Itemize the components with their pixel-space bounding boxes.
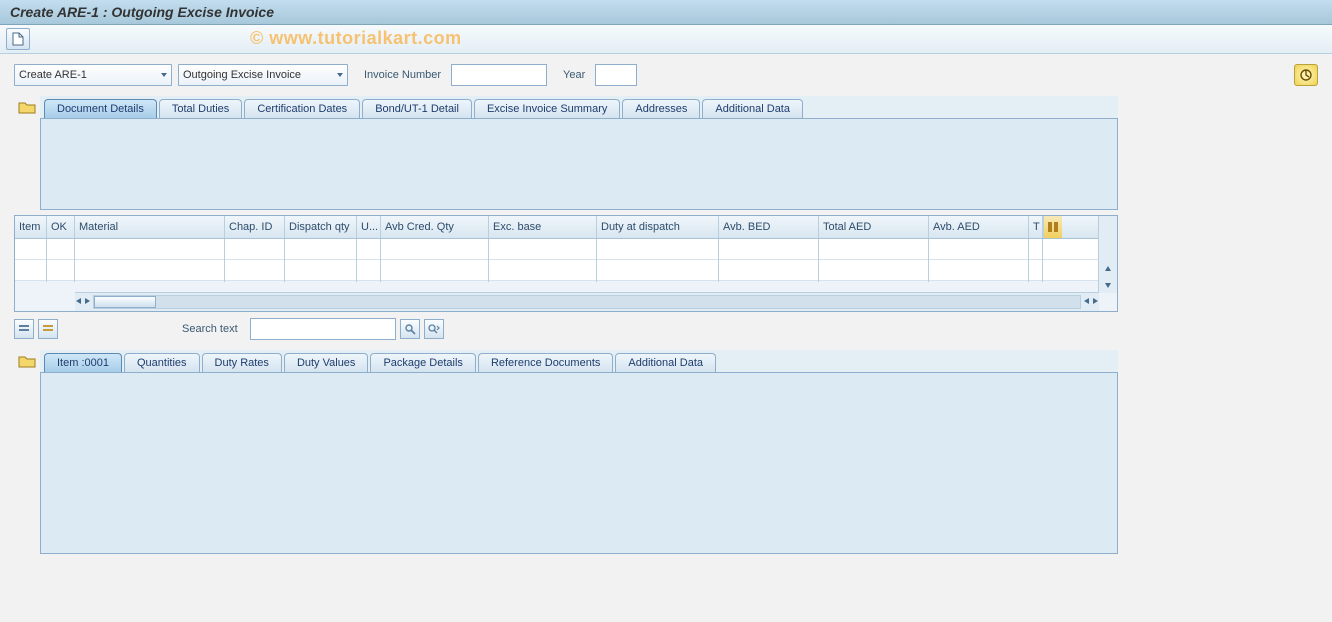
th-unit[interactable]: U...	[357, 216, 381, 238]
doc-type-select-value: Outgoing Excise Invoice	[183, 69, 301, 81]
table-header: Item OK Material Chap. ID Dispatch qty U…	[15, 216, 1117, 239]
table-hscroll[interactable]	[75, 292, 1099, 311]
year-label: Year	[553, 69, 589, 81]
filter-row: Create ARE-1 Outgoing Excise Invoice Inv…	[14, 64, 1318, 86]
th-duty-at-dispatch[interactable]: Duty at dispatch	[597, 216, 719, 238]
invoice-number-label: Invoice Number	[354, 69, 445, 81]
th-dispatch-qty[interactable]: Dispatch qty	[285, 216, 357, 238]
execute-button[interactable]	[1294, 64, 1318, 86]
header-tabstrip: Document Details Total Duties Certificat…	[40, 96, 1118, 119]
collapse-header-button[interactable]	[18, 100, 36, 117]
find-next-button[interactable]	[424, 319, 444, 339]
th-ok[interactable]: OK	[47, 216, 75, 238]
scroll-down-icon[interactable]	[1100, 277, 1116, 293]
th-exc-base[interactable]: Exc. base	[489, 216, 597, 238]
chevron-down-icon	[337, 73, 343, 77]
item-tab-body	[40, 373, 1118, 554]
tab-item-additional-data[interactable]: Additional Data	[615, 353, 716, 372]
app-toolbar	[0, 25, 1332, 54]
year-input[interactable]	[595, 64, 637, 86]
tab-addresses[interactable]: Addresses	[622, 99, 700, 118]
th-t[interactable]: T	[1029, 216, 1043, 238]
table-vscroll[interactable]	[1098, 216, 1117, 293]
item-tabstrip: Item :0001 Quantities Duty Rates Duty Va…	[40, 350, 1118, 373]
doc-type-select[interactable]: Outgoing Excise Invoice	[178, 64, 348, 86]
action-select[interactable]: Create ARE-1	[14, 64, 172, 86]
deselect-all-button[interactable]	[38, 319, 58, 339]
collapse-item-button[interactable]	[18, 354, 36, 371]
tab-duty-rates[interactable]: Duty Rates	[202, 353, 282, 372]
tab-document-details[interactable]: Document Details	[44, 99, 157, 118]
tab-duty-values[interactable]: Duty Values	[284, 353, 369, 372]
scroll-left-end-icon[interactable]	[1083, 296, 1091, 308]
header-tab-body	[40, 119, 1118, 210]
tab-package-details[interactable]: Package Details	[370, 353, 476, 372]
tab-certification-dates[interactable]: Certification Dates	[244, 99, 360, 118]
th-avb-bed[interactable]: Avb. BED	[719, 216, 819, 238]
tab-additional-data[interactable]: Additional Data	[702, 99, 803, 118]
window-title: Create ARE-1 : Outgoing Excise Invoice	[0, 0, 1332, 25]
chevron-down-icon	[161, 73, 167, 77]
invoice-number-input[interactable]	[451, 64, 547, 86]
th-total-aed[interactable]: Total AED	[819, 216, 929, 238]
scroll-right-end-icon[interactable]	[1091, 296, 1099, 308]
tab-bond-ut1-detail[interactable]: Bond/UT-1 Detail	[362, 99, 472, 118]
th-material[interactable]: Material	[75, 216, 225, 238]
table-row[interactable]	[15, 239, 1117, 260]
select-all-button[interactable]	[14, 319, 34, 339]
column-config-button[interactable]	[1043, 216, 1062, 238]
item-table: Item OK Material Chap. ID Dispatch qty U…	[14, 215, 1118, 312]
tab-reference-documents[interactable]: Reference Documents	[478, 353, 613, 372]
new-document-button[interactable]	[6, 28, 30, 50]
th-avb-aed[interactable]: Avb. AED	[929, 216, 1029, 238]
scroll-up-icon[interactable]	[1100, 261, 1116, 277]
find-button[interactable]	[400, 319, 420, 339]
th-avb-cred-qty[interactable]: Avb Cred. Qty	[381, 216, 489, 238]
search-text-label: Search text	[182, 323, 238, 335]
th-item[interactable]: Item	[15, 216, 47, 238]
search-text-input[interactable]	[250, 318, 396, 340]
tab-item-0001[interactable]: Item :0001	[44, 353, 122, 372]
scroll-right-icon[interactable]	[83, 296, 91, 308]
table-row[interactable]	[15, 260, 1117, 281]
tab-total-duties[interactable]: Total Duties	[159, 99, 242, 118]
tab-quantities[interactable]: Quantities	[124, 353, 200, 372]
th-chap-id[interactable]: Chap. ID	[225, 216, 285, 238]
window-title-text: Create ARE-1 : Outgoing Excise Invoice	[10, 4, 274, 20]
scroll-left-icon[interactable]	[75, 296, 83, 308]
action-select-value: Create ARE-1	[19, 69, 87, 81]
hscroll-thumb[interactable]	[94, 296, 156, 308]
table-toolbar: Search text	[14, 312, 1318, 344]
tab-excise-invoice-summary[interactable]: Excise Invoice Summary	[474, 99, 620, 118]
